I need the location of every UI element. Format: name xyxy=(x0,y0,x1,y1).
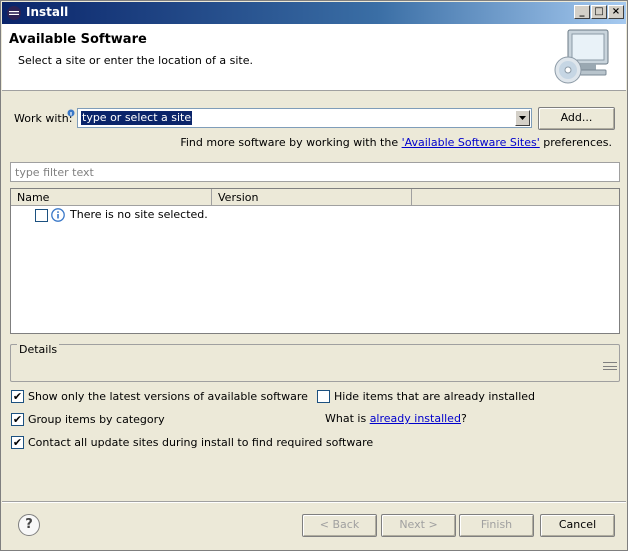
work-with-value[interactable]: type or select a site xyxy=(81,111,193,125)
column-version[interactable]: Version xyxy=(212,189,412,206)
page-title: Available Software xyxy=(9,32,147,47)
hide-installed-label: Hide items that are already installed xyxy=(334,390,536,403)
already-installed-link[interactable]: already installed xyxy=(370,412,461,425)
checkbox-checked[interactable]: ✔ xyxy=(11,390,24,403)
maximize-button[interactable]: □ xyxy=(591,5,607,19)
title-bar[interactable]: Install _ □ × xyxy=(2,2,626,24)
minimize-button[interactable]: _ xyxy=(574,5,590,19)
next-button[interactable]: Next > xyxy=(381,514,456,537)
what-is-installed-text: What is already installed? xyxy=(325,412,467,425)
question-mark: ? xyxy=(460,412,467,425)
chevron-down-icon[interactable] xyxy=(515,110,530,126)
details-group: Details xyxy=(10,343,620,382)
back-button[interactable]: < Back xyxy=(302,514,377,537)
checkbox-unchecked[interactable] xyxy=(317,390,330,403)
checkbox-checked[interactable]: ✔ xyxy=(11,413,24,426)
page-subtitle: Select a site or enter the location of a… xyxy=(18,54,254,67)
work-with-combo[interactable]: type or select a site xyxy=(77,108,532,128)
checkbox-checked[interactable]: ✔ xyxy=(11,436,24,449)
work-with-label: Work with: xyxy=(14,112,73,125)
find-more-suffix: preferences. xyxy=(539,136,612,149)
column-name[interactable]: Name xyxy=(11,189,212,206)
latest-versions-label: Show only the latest versions of availab… xyxy=(28,390,308,403)
row-checkbox[interactable] xyxy=(35,209,48,222)
finish-button[interactable]: Finish xyxy=(459,514,534,537)
sash-icon[interactable] xyxy=(603,360,617,375)
help-icon[interactable]: ? xyxy=(18,514,40,536)
add-site-button[interactable]: Add... xyxy=(538,107,615,130)
no-site-message: There is no site selected. xyxy=(70,208,208,221)
find-more-prefix: Find more software by working with the xyxy=(180,136,402,149)
table-header: Name Version xyxy=(11,189,619,206)
details-label: Details xyxy=(17,343,60,356)
monitor-cd-icon xyxy=(554,26,614,91)
wizard-header: Available Software Select a site or ente… xyxy=(2,24,626,91)
eclipse-icon xyxy=(6,5,22,21)
window-title: Install xyxy=(26,5,69,19)
contact-sites-label: Contact all update sites during install … xyxy=(28,436,374,449)
what-is-label: What is xyxy=(325,412,370,425)
info-icon xyxy=(51,208,65,225)
cancel-button[interactable]: Cancel xyxy=(540,514,615,537)
info-icon xyxy=(67,107,75,120)
software-table[interactable]: Name Version There is no site selected. xyxy=(10,188,620,334)
find-more-text: Find more software by working with the '… xyxy=(180,136,612,149)
separator xyxy=(2,501,626,503)
filter-input[interactable]: type filter text xyxy=(10,162,620,182)
close-button[interactable]: × xyxy=(608,5,624,19)
available-software-sites-link[interactable]: 'Available Software Sites' xyxy=(402,136,540,149)
install-window: Install _ □ × Available Software Select … xyxy=(0,0,628,551)
group-by-category-label: Group items by category xyxy=(28,413,165,426)
